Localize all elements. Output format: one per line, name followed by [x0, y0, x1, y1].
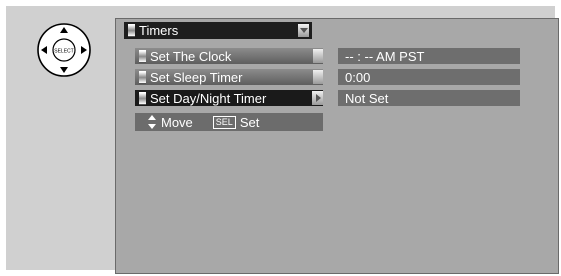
menu-item-set-sleep-timer[interactable]: Set Sleep Timer: [135, 69, 323, 85]
move-hint-label: Move: [161, 114, 193, 130]
menu-item-tab-icon: [139, 49, 146, 63]
remote-select-button-icon: SELECT: [37, 23, 91, 77]
menu-item-label: Set Day/Night Timer: [150, 90, 267, 106]
up-down-arrows-icon: [148, 115, 156, 129]
menu-item-set-day-night-timer[interactable]: Set Day/Night Timer: [135, 90, 323, 106]
help-bar: Move SEL Set: [135, 113, 323, 131]
menu-item-tab-icon: [139, 70, 146, 84]
menu-item-set-the-clock[interactable]: Set The Clock: [135, 48, 323, 64]
osd-frame: SELECT Timers Set The Clock -- : -- AM P…: [6, 6, 559, 274]
sel-key-icon: SEL: [212, 115, 236, 129]
menu-item-label: Set Sleep Timer: [150, 69, 243, 85]
tv-menu-screen: Timers Set The Clock -- : -- AM PST Set …: [115, 18, 559, 274]
remote-select-label: SELECT: [54, 49, 73, 55]
sleep-timer-value: 0:00: [338, 69, 520, 85]
menu-item-end-cap: [313, 49, 323, 63]
menu-title-bar[interactable]: Timers: [124, 22, 312, 39]
menu-item-end-cap: [313, 70, 323, 84]
set-hint-label: Set: [239, 114, 260, 130]
day-night-timer-value: Not Set: [338, 90, 520, 106]
clock-value: -- : -- AM PST: [338, 48, 520, 64]
chevron-right-icon[interactable]: [312, 91, 323, 105]
menu-title-tab-icon: [128, 24, 135, 37]
menu-item-label: Set The Clock: [150, 48, 232, 64]
menu-item-tab-icon: [139, 91, 146, 105]
chevron-down-icon[interactable]: [298, 24, 309, 37]
menu-title: Timers: [139, 23, 179, 38]
